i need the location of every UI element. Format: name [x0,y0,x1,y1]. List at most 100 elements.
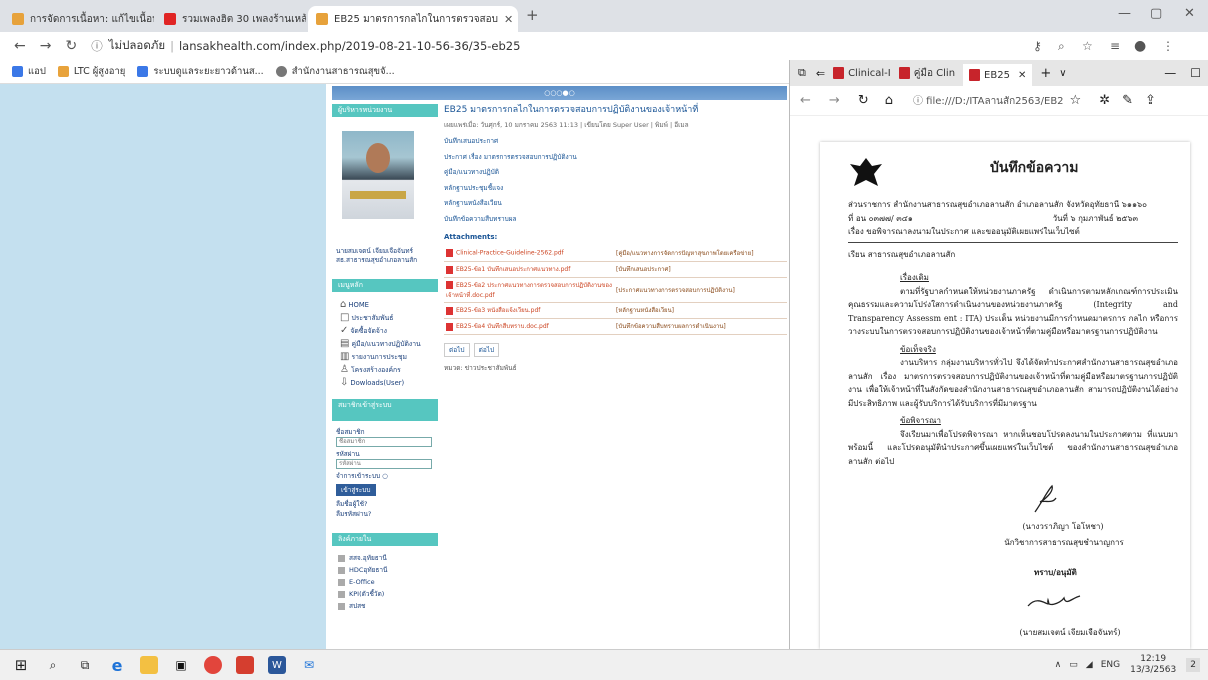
minimize-icon[interactable]: — [1164,66,1176,80]
windows-start-icon[interactable]: ⊞ [12,656,30,674]
sidebar: ผู้บริหารหน่วยงาน นายสมเจตน์ เจียมเจือจั… [332,104,438,649]
menu-item[interactable]: ▤ คู่มือ/แนวทางปฏิบัติงาน [332,337,438,350]
tab-list-icon[interactable]: ∨ [1059,68,1066,79]
login-head: สมาชิกเข้าสู่ระบบ [332,399,438,421]
maximize-icon[interactable]: ☐ [1190,66,1201,80]
new-tab-button[interactable]: + [526,6,539,24]
internal-link[interactable]: KPI(ตัวชี้วัด) [332,588,438,600]
article-link[interactable]: บันทึกเสนอประกาศ [444,134,787,150]
next-button[interactable]: ต่อไป [473,342,500,357]
bookmark-ltc-system[interactable]: ระบบดูแลระยะยาวด้านส... [137,64,264,79]
attachment-link[interactable]: EB25-ข้อ4 บันทึกสืบทราบ.doc.pdf [456,323,549,330]
store-icon[interactable]: ▣ [172,656,190,674]
article-category[interactable]: หมวด: ข่าวประชาสัมพันธ์ [444,363,787,373]
login-form: ชื่อสมาชิก รหัสผ่าน จำการเข้าระบบ ○ เข้า… [332,427,438,519]
menu-item[interactable]: ⌂ HOME [332,298,438,311]
login-button[interactable]: เข้าสู่ระบบ [336,484,376,496]
attachments-table: Clinical-Practice-Guideline-2562.pdf [คู่… [444,245,787,335]
zoom-icon[interactable]: ⌕ [1058,39,1065,54]
article-link[interactable]: บันทึกข้อความสืบทราบผล [444,212,787,228]
new-tab-icon[interactable]: + [1040,66,1051,81]
edge-tab-active[interactable]: EB25 ✕ [963,64,1033,86]
mail-icon[interactable]: ✉ [300,656,318,674]
slider-strip[interactable]: ○○○●○ [332,86,787,100]
article-link[interactable]: คู่มือ/แนวทางปฏิบัติ [444,165,787,181]
attachment-link[interactable]: EB25-ข้อ2 ประกาศแนวทางการตรวจสอบการปฏิบั… [446,282,612,299]
menu-item[interactable]: ✓ จัดซื้อจัดจ้าง [332,324,438,337]
forward-icon[interactable]: → [40,38,52,54]
minimize-icon[interactable]: — [1118,6,1131,21]
browser-tab-active[interactable]: EB25 มาตรการกลไกในการตรวจสอบ ✕ [308,6,518,32]
restore-icon[interactable]: ▢ [1150,6,1162,21]
password-input[interactable] [336,459,432,469]
edge-tab[interactable]: Clinical-I [833,67,891,79]
menu-item[interactable]: ⇩ Dowloads(User) [332,376,438,389]
word-icon[interactable]: W [268,656,286,674]
link-label: E-Office [349,578,375,586]
notes-icon[interactable]: ✎ [1122,93,1133,108]
article-link[interactable]: ประกาศ เรื่อง มาตรการตรวจสอบการปฏิบัติงา… [444,150,787,166]
browser-tab[interactable]: รวมเพลงฮิต 30 เพลงร้านเหล้า ฟั ✕ [156,6,306,32]
forward-icon[interactable]: → [829,93,840,108]
internal-link[interactable]: สสจ.อุทัยธานี [332,552,438,564]
chrome-icon[interactable] [204,656,222,674]
favorites-icon[interactable]: ✲ [1099,93,1110,108]
reload-icon[interactable]: ↻ [65,38,77,54]
article-link[interactable]: หลักฐานหนังสือเวียน [444,196,787,212]
info-icon[interactable]: ⓘ [91,38,103,54]
article-link[interactable]: หลักฐานประชุมชี้แจง [444,181,787,197]
username-input[interactable] [336,437,432,447]
menu-item[interactable]: □ ประชาสัมพันธ์ [332,311,438,324]
bookmark-apps[interactable]: แอป [12,64,46,79]
language-indicator[interactable]: ENG [1101,660,1120,670]
media-player-icon[interactable] [236,656,254,674]
show-hidden-icon[interactable]: ∧ [1055,660,1062,670]
edge-icon[interactable]: e [108,656,126,675]
attachment-link[interactable]: EB25-ข้อ1 บันทึกเสนอประกาศแนวทาง.pdf [456,266,570,273]
battery-icon[interactable]: ▭ [1069,660,1078,670]
file-explorer-icon[interactable] [140,656,158,674]
network-icon[interactable]: ◢ [1086,660,1093,670]
attachment-link[interactable]: Clinical-Practice-Guideline-2562.pdf [456,249,564,256]
forgot-username-link[interactable]: ลืมชื่อผู้ใช้? [336,499,438,509]
download-icon: ⇩ [340,377,349,388]
share-icon[interactable]: ⇪ [1145,93,1156,108]
article-title[interactable]: EB25 มาตรการกลไกในการตรวจสอบการปฏิบัติงา… [444,102,787,116]
internal-link[interactable]: HDCอุทัยธานี [332,564,438,576]
remember-checkbox[interactable]: จำการเข้าระบบ ○ [336,471,438,481]
url-field[interactable]: ⓘ ไม่ปลอดภัย | lansakhealth.com/index.ph… [91,37,520,55]
profile-icon[interactable]: ● [1134,38,1146,54]
star-icon[interactable]: ☆ [1082,39,1093,53]
memo-section-3-head: ข้อพิจารณา [900,416,941,425]
bookmark-ltc[interactable]: LTC ผู้สูงอายุ [57,64,125,79]
favorite-star-icon[interactable]: ☆ [1070,93,1082,108]
close-window-icon[interactable]: ✕ [1184,6,1195,21]
internal-link[interactable]: สปสช [332,600,438,612]
internal-link[interactable]: E-Office [332,576,438,588]
edge-url[interactable]: ⓘ file:///D:/ITAลานสัก2563/EB2 [913,92,1064,109]
task-view-icon[interactable]: ⧉ [76,656,94,674]
bookmark-provincial-office[interactable]: สำนักงานสาธารณสุขจั... [275,64,395,79]
more-icon[interactable]: ⋮ [1162,39,1174,53]
tab-actions-icon[interactable]: ⧉ [798,66,806,80]
tab-title: การจัดการเนื้อหา: แก้ไขเนื้อหา - lansa [30,13,154,25]
edge-tab[interactable]: คู่มือ Clin [898,66,955,81]
menu-item[interactable]: ♙ โครงสร้างองค์กร [332,363,438,376]
memo-subject: เรื่อง ขอพิจารณาลงนามในประกาศ และขออนุมั… [848,227,1080,236]
close-tab-icon[interactable]: ✕ [498,13,513,26]
key-icon[interactable]: ⚷ [1033,39,1042,53]
set-aside-icon[interactable]: ⇐ [816,67,825,80]
clock[interactable]: 12:19 13/3/2563 [1130,654,1176,676]
menu-item[interactable]: ▥ รายงานการประชุม [332,350,438,363]
prev-button[interactable]: ต่อไป [444,342,470,357]
back-icon[interactable]: ← [14,38,26,54]
back-icon[interactable]: ← [800,93,811,108]
forgot-password-link[interactable]: ลืมรหัสผ่าน? [336,509,438,519]
attachment-link[interactable]: EB25-ข้อ3 หนังสือแจ้งเวียน.pdf [456,307,540,314]
playlist-icon[interactable]: ≡ [1110,39,1120,53]
search-icon[interactable]: ⌕ [44,656,62,674]
home-icon[interactable]: ⌂ [885,93,893,108]
refresh-icon[interactable]: ↻ [858,93,869,108]
browser-tab[interactable]: การจัดการเนื้อหา: แก้ไขเนื้อหา - lansa ✕ [4,6,154,32]
notification-icon[interactable]: 2 [1186,658,1200,672]
